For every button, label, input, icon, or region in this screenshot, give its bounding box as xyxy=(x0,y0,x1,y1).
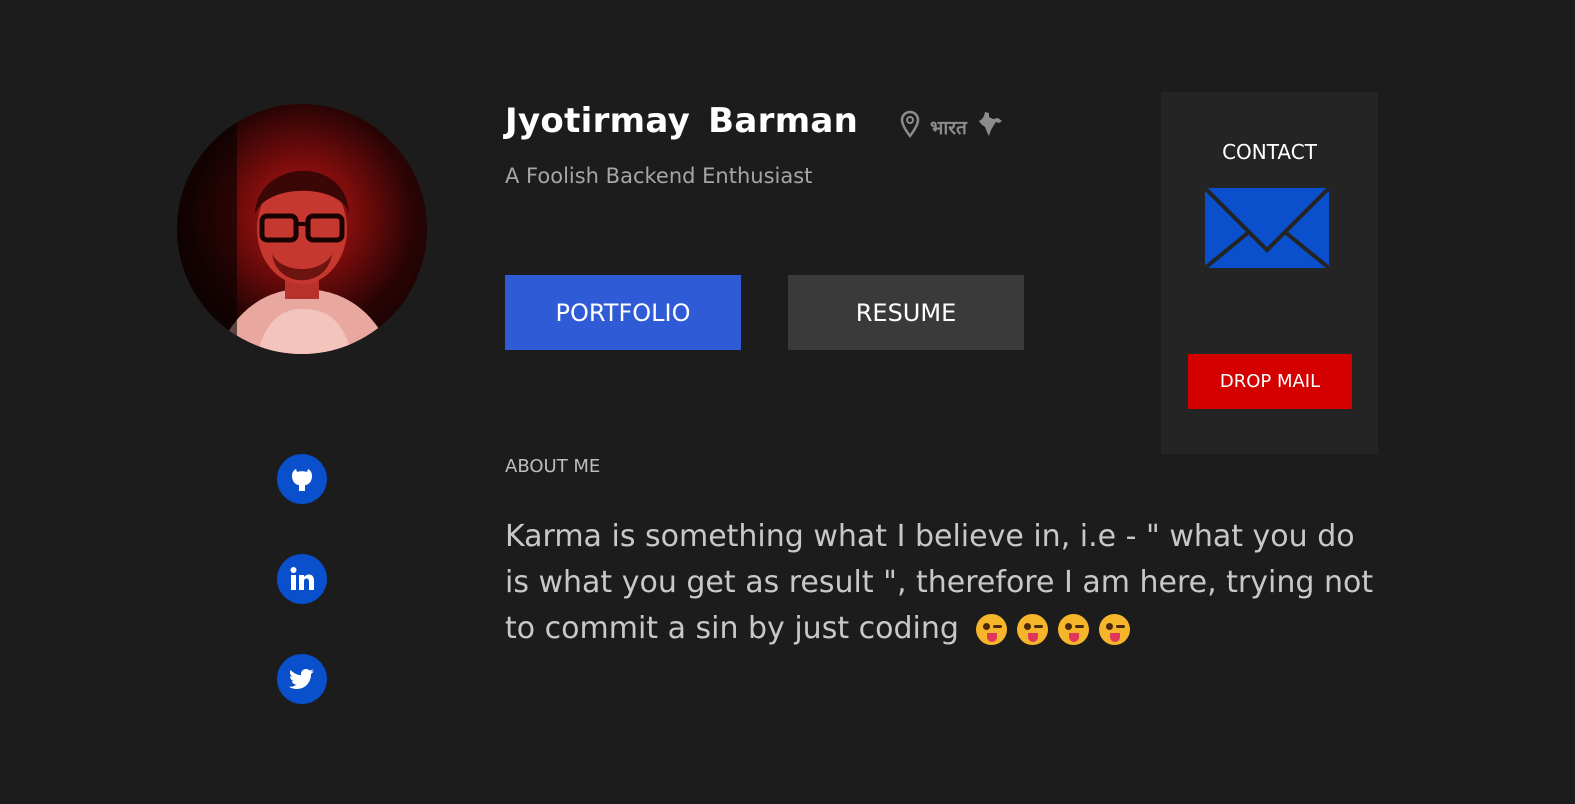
about-heading: ABOUT ME xyxy=(505,456,601,477)
envelope-icon xyxy=(1203,186,1331,270)
twitter-icon[interactable] xyxy=(277,654,327,704)
about-text: Karma is something what I believe in, i.… xyxy=(505,519,1374,646)
tongue-emoji-icon xyxy=(976,614,1008,645)
india-map-icon xyxy=(977,110,1003,143)
about-text-block: Karma is something what I believe in, i.… xyxy=(505,514,1385,652)
portfolio-button[interactable]: PORTFOLIO xyxy=(505,275,741,350)
tongue-emoji-icon xyxy=(1058,614,1090,645)
contact-card: CONTACT DROP MAIL xyxy=(1161,92,1378,454)
github-icon[interactable] xyxy=(277,454,327,504)
contact-title: CONTACT xyxy=(1222,140,1317,164)
profile-page: Jyotirmay Barman भारत A Foolish Backend … xyxy=(0,0,1575,804)
profile-tagline: A Foolish Backend Enthusiast xyxy=(505,164,813,188)
map-pin-icon xyxy=(900,110,920,143)
emoji-row xyxy=(976,614,1131,645)
profile-avatar xyxy=(177,104,427,354)
drop-mail-button[interactable]: DROP MAIL xyxy=(1188,354,1352,409)
linkedin-icon[interactable] xyxy=(277,554,327,604)
location: भारत xyxy=(900,110,1003,143)
tongue-emoji-icon xyxy=(1099,614,1131,645)
tongue-emoji-icon xyxy=(1017,614,1049,645)
profile-name: Jyotirmay Barman xyxy=(505,101,859,141)
resume-button[interactable]: RESUME xyxy=(788,275,1024,350)
location-text: भारत xyxy=(930,116,967,139)
